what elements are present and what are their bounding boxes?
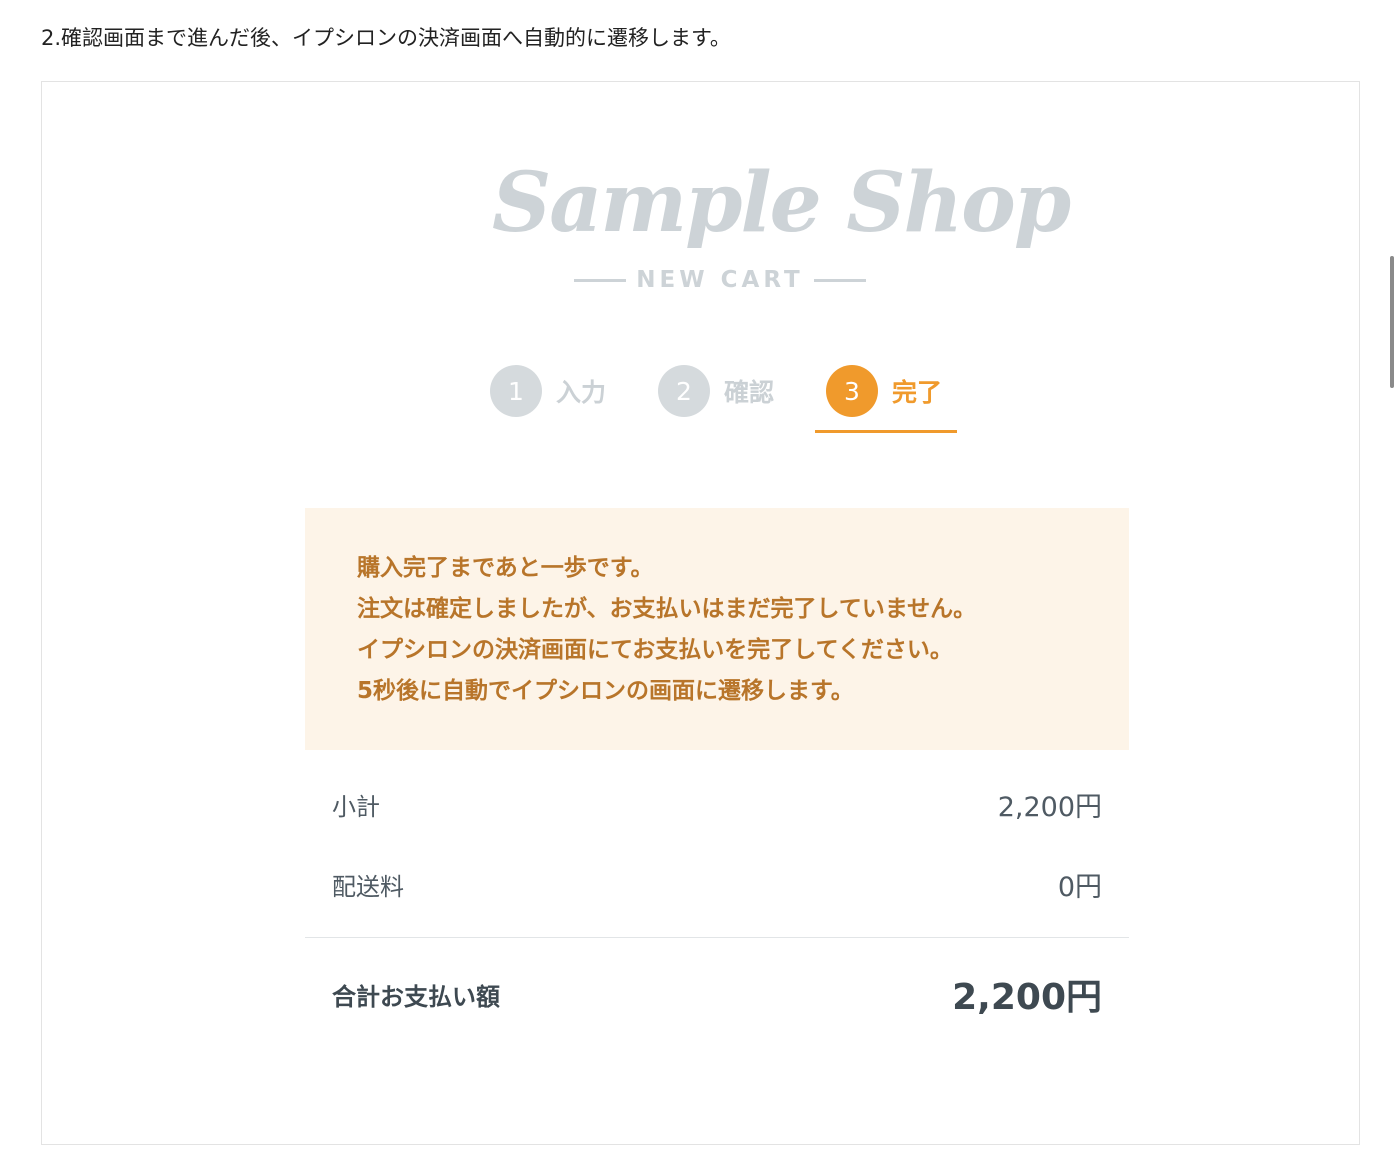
total-row: 合計お支払い額 2,200円 bbox=[332, 968, 1102, 1020]
intro-text: 2.確認画面まで進んだ後、イプシロンの決済画面へ自動的に遷移します。 bbox=[41, 26, 731, 50]
logo-subtitle: NEW CART bbox=[574, 266, 866, 294]
step-input: 1 入力 bbox=[490, 364, 606, 418]
payment-notice: 購入完了まであと一歩です。 注文は確定しましたが、お支払いはまだ完了していません… bbox=[305, 508, 1129, 750]
shipping-value: 0円 bbox=[1057, 871, 1102, 903]
step-number-1: 1 bbox=[490, 365, 542, 417]
step-label-confirm: 確認 bbox=[724, 378, 775, 407]
notice-line-3: イプシロンの決済画面にてお支払いを完了してください。 bbox=[357, 637, 953, 663]
step-label-complete: 完了 bbox=[892, 378, 943, 407]
logo-subtitle-text: NEW CART bbox=[636, 267, 804, 293]
summary-divider bbox=[305, 937, 1129, 938]
subtotal-label: 小計 bbox=[332, 792, 380, 821]
step-number-3: 3 bbox=[826, 365, 878, 417]
step-confirm: 2 確認 bbox=[658, 364, 774, 418]
subtotal-value: 2,200円 bbox=[997, 791, 1102, 823]
logo-rule-left bbox=[574, 278, 626, 282]
subtotal-row: 小計 2,200円 bbox=[332, 784, 1102, 824]
step-label-input: 入力 bbox=[556, 378, 607, 407]
shipping-label: 配送料 bbox=[332, 872, 404, 901]
total-label: 合計お支払い額 bbox=[332, 982, 500, 1011]
notice-line-1: 購入完了まであと一歩です。 bbox=[357, 555, 654, 581]
notice-line-2: 注文は確定しましたが、お支払いはまだ完了していません。 bbox=[357, 596, 977, 622]
active-step-indicator bbox=[815, 430, 957, 433]
step-complete: 3 完了 bbox=[826, 364, 942, 418]
logo-script-text: Sample Shop bbox=[492, 155, 1071, 251]
notice-line-4: 5秒後に自動でイプシロンの画面に遷移します。 bbox=[357, 678, 854, 704]
scrollbar-thumb[interactable] bbox=[1390, 256, 1394, 388]
shipping-row: 配送料 0円 bbox=[332, 864, 1102, 904]
total-value: 2,200円 bbox=[952, 977, 1102, 1018]
logo-rule-right bbox=[813, 278, 866, 282]
step-number-2: 2 bbox=[658, 365, 710, 417]
